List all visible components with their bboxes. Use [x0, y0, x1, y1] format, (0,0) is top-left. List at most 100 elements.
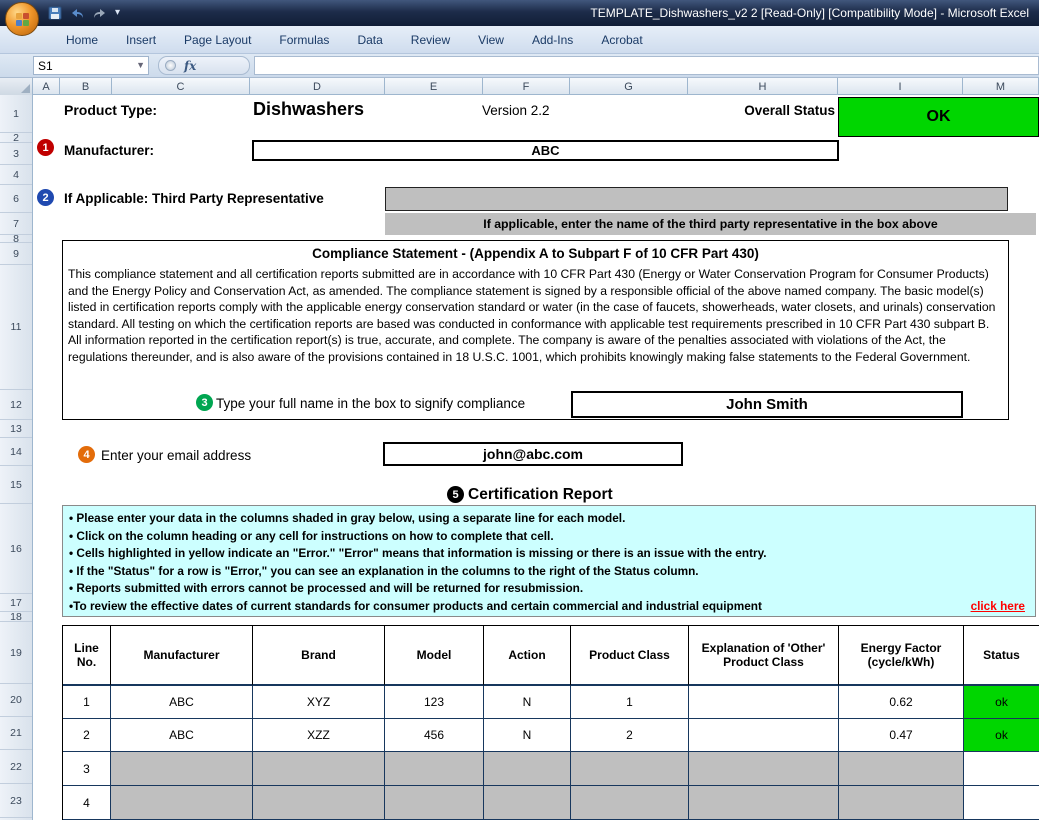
row-header[interactable]: 18 — [0, 612, 32, 622]
click-here-link[interactable]: click here — [971, 598, 1025, 616]
table-cell-explanation[interactable] — [689, 752, 839, 786]
table-cell-action[interactable]: N — [484, 719, 571, 752]
select-all-button[interactable] — [0, 78, 33, 95]
status-cell[interactable] — [964, 752, 1039, 786]
column-header-e[interactable]: E — [385, 78, 483, 95]
column-header-c[interactable]: C — [112, 78, 250, 95]
row-header[interactable]: 8 — [0, 235, 32, 243]
table-cell-model[interactable] — [385, 752, 484, 786]
col-header-product-class[interactable]: Product Class — [571, 626, 689, 686]
email-input[interactable]: john@abc.com — [383, 442, 683, 466]
table-cell-line[interactable]: 3 — [63, 752, 111, 786]
row-header[interactable]: 22 — [0, 750, 32, 784]
column-header-h[interactable]: H — [688, 78, 838, 95]
table-cell-brand[interactable]: XZZ — [253, 719, 385, 752]
column-header-a[interactable]: A — [33, 78, 60, 95]
row-header[interactable]: 2 — [0, 133, 32, 143]
table-cell-brand[interactable] — [253, 786, 385, 820]
table-cell-explanation[interactable] — [689, 719, 839, 752]
table-cell-brand[interactable]: XYZ — [253, 686, 385, 719]
tab-home[interactable]: Home — [52, 28, 112, 52]
tab-insert[interactable]: Insert — [112, 28, 170, 52]
table-cell-manufacturer[interactable] — [111, 752, 253, 786]
column-header-d[interactable]: D — [250, 78, 385, 95]
insert-function-button[interactable]: fx — [184, 59, 196, 73]
table-cell-product-class[interactable]: 2 — [571, 719, 689, 752]
quick-access-dropdown-icon[interactable]: ▾ — [115, 4, 120, 22]
column-header-f[interactable]: F — [483, 78, 570, 95]
table-cell-manufacturer[interactable]: ABC — [111, 719, 253, 752]
tab-acrobat[interactable]: Acrobat — [587, 28, 656, 52]
table-cell-action[interactable] — [484, 752, 571, 786]
table-cell-explanation[interactable] — [689, 786, 839, 820]
manufacturer-input[interactable]: ABC — [252, 140, 839, 161]
column-header-i[interactable]: I — [838, 78, 963, 95]
table-cell-manufacturer[interactable]: ABC — [111, 686, 253, 719]
row-header[interactable]: 15 — [0, 466, 32, 504]
tab-review[interactable]: Review — [397, 28, 464, 52]
table-cell-energy-factor[interactable]: 0.62 — [839, 686, 964, 719]
row-header[interactable]: 4 — [0, 165, 32, 185]
table-cell-energy-factor[interactable] — [839, 786, 964, 820]
formula-bar-handle[interactable] — [165, 60, 176, 71]
row-header[interactable]: 21 — [0, 717, 32, 750]
col-header-status[interactable]: Status — [964, 626, 1039, 686]
tab-view[interactable]: View — [464, 28, 518, 52]
col-header-energy-factor[interactable]: Energy Factor (cycle/kWh) — [839, 626, 964, 686]
compliance-name-input[interactable]: John Smith — [571, 391, 963, 418]
row-header[interactable]: 17 — [0, 594, 32, 612]
table-cell-explanation[interactable] — [689, 686, 839, 719]
formula-input[interactable] — [254, 56, 1039, 75]
tab-page-layout[interactable]: Page Layout — [170, 28, 265, 52]
col-header-brand[interactable]: Brand — [253, 626, 385, 686]
row-header[interactable]: 1 — [0, 95, 32, 133]
row-header[interactable]: 11 — [0, 265, 32, 390]
table-cell-action[interactable] — [484, 786, 571, 820]
table-cell-line[interactable]: 2 — [63, 719, 111, 752]
col-header-model[interactable]: Model — [385, 626, 484, 686]
table-cell-product-class[interactable] — [571, 752, 689, 786]
col-header-manufacturer[interactable]: Manufacturer — [111, 626, 253, 686]
row-header[interactable]: 23 — [0, 784, 32, 818]
save-icon[interactable] — [48, 6, 62, 20]
table-cell-line[interactable]: 1 — [63, 686, 111, 719]
table-cell-model[interactable] — [385, 786, 484, 820]
table-cell-brand[interactable] — [253, 752, 385, 786]
status-cell[interactable] — [964, 786, 1039, 820]
name-box-dropdown-icon[interactable]: ▼ — [136, 60, 145, 70]
status-cell[interactable]: ok — [964, 686, 1039, 719]
table-cell-product-class[interactable] — [571, 786, 689, 820]
table-cell-model[interactable]: 123 — [385, 686, 484, 719]
undo-icon[interactable] — [69, 7, 85, 20]
table-cell-line[interactable]: 4 — [63, 786, 111, 820]
tab-data[interactable]: Data — [343, 28, 396, 52]
row-header[interactable]: 6 — [0, 185, 32, 213]
table-cell-model[interactable]: 456 — [385, 719, 484, 752]
column-header-b[interactable]: B — [60, 78, 112, 95]
col-header-action[interactable]: Action — [484, 626, 571, 686]
table-cell-manufacturer[interactable] — [111, 786, 253, 820]
column-header-g[interactable]: G — [570, 78, 688, 95]
row-header[interactable]: 3 — [0, 143, 32, 165]
row-header[interactable]: 16 — [0, 504, 32, 594]
row-header[interactable]: 20 — [0, 684, 32, 717]
col-header-line-no[interactable]: Line No. — [63, 626, 111, 686]
row-header[interactable]: 9 — [0, 243, 32, 265]
name-box[interactable]: S1 ▼ — [33, 56, 149, 75]
row-header[interactable]: 14 — [0, 438, 32, 466]
table-cell-product-class[interactable]: 1 — [571, 686, 689, 719]
table-cell-action[interactable]: N — [484, 686, 571, 719]
status-cell[interactable]: ok — [964, 719, 1039, 752]
col-header-explanation[interactable]: Explanation of 'Other' Product Class — [689, 626, 839, 686]
table-cell-energy-factor[interactable]: 0.47 — [839, 719, 964, 752]
column-header-m[interactable]: M — [963, 78, 1039, 95]
row-header[interactable]: 12 — [0, 390, 32, 420]
table-cell-energy-factor[interactable] — [839, 752, 964, 786]
tab-formulas[interactable]: Formulas — [265, 28, 343, 52]
office-button[interactable] — [5, 2, 39, 36]
row-header[interactable]: 7 — [0, 213, 32, 235]
third-party-input[interactable] — [385, 187, 1008, 211]
overall-status-value[interactable]: OK — [838, 97, 1039, 137]
row-header[interactable]: 19 — [0, 622, 32, 684]
row-header[interactable]: 13 — [0, 420, 32, 438]
